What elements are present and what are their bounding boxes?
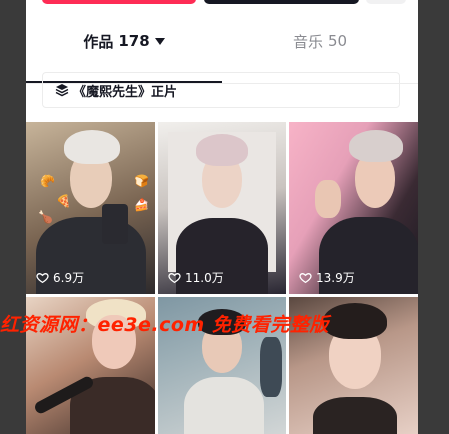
phone-prop bbox=[102, 204, 128, 244]
tab-works[interactable]: 作品 178 bbox=[26, 22, 222, 60]
thumbnail-hair bbox=[196, 134, 248, 166]
heart-icon bbox=[299, 273, 312, 284]
tab-music-label: 音乐 bbox=[292, 32, 323, 51]
like-count-text: 11.0万 bbox=[185, 271, 224, 285]
heart-icon bbox=[36, 273, 49, 284]
heart-icon bbox=[168, 273, 181, 284]
tab-works-count: 178 bbox=[118, 32, 150, 50]
profile-screen: 作品 178 音乐 50 《魔熙先生》正片 🥐 🍕 🍗 🍞 🍰 6.9万 11.… bbox=[26, 0, 418, 434]
message-button[interactable] bbox=[204, 0, 359, 4]
like-count-text: 13.9万 bbox=[316, 271, 355, 285]
like-count: 6.9万 bbox=[36, 269, 84, 286]
thumbnail-figure bbox=[313, 397, 397, 434]
background-figure bbox=[260, 337, 282, 397]
croissant-icon: 🥐 bbox=[40, 174, 55, 188]
video-grid: 🥐 🍕 🍗 🍞 🍰 6.9万 11.0万 13.9万 bbox=[26, 122, 418, 434]
thumbnail-hair bbox=[64, 130, 120, 164]
tab-music[interactable]: 音乐 50 bbox=[222, 22, 418, 60]
thumbnail-hair bbox=[349, 130, 403, 162]
pizza-icon: 🍕 bbox=[56, 194, 71, 208]
video-thumbnail[interactable]: 🥐 🍕 🍗 🍞 🍰 6.9万 bbox=[26, 122, 155, 294]
drumstick-icon: 🍗 bbox=[38, 210, 53, 224]
like-count-text: 6.9万 bbox=[53, 271, 85, 285]
caret-down-icon bbox=[154, 37, 165, 45]
video-thumbnail[interactable]: 13.9万 bbox=[289, 122, 418, 294]
bread-icon: 🍞 bbox=[134, 174, 149, 188]
content-tabs: 作品 178 音乐 50 bbox=[26, 22, 418, 84]
video-thumbnail[interactable]: 11.0万 bbox=[158, 122, 286, 294]
stack-icon bbox=[55, 84, 69, 97]
thumbnail-figure bbox=[184, 377, 264, 434]
tab-music-count: 50 bbox=[327, 32, 348, 50]
action-bar bbox=[26, 0, 418, 8]
cake-icon: 🍰 bbox=[134, 198, 149, 212]
collection-banner[interactable]: 《魔熙先生》正片 bbox=[42, 72, 400, 108]
collection-label: 《魔熙先生》正片 bbox=[73, 84, 178, 100]
like-count: 13.9万 bbox=[299, 269, 355, 286]
waving-hand bbox=[315, 180, 341, 218]
follow-button[interactable] bbox=[42, 0, 196, 4]
watermark-text: 红资源网：ee3e.com 免费看完整版 bbox=[0, 314, 329, 336]
tab-works-label: 作品 bbox=[83, 32, 114, 51]
more-button[interactable] bbox=[366, 0, 406, 4]
like-count: 11.0万 bbox=[168, 269, 224, 286]
